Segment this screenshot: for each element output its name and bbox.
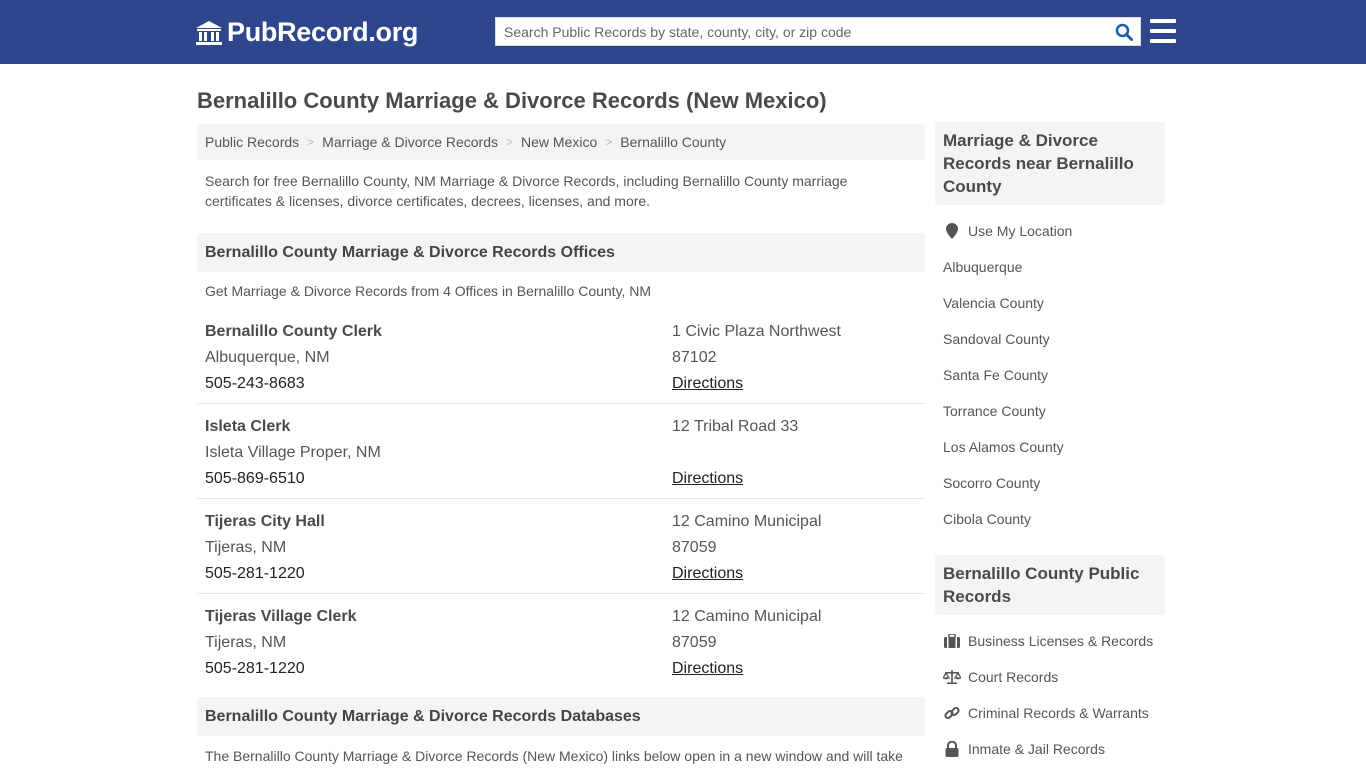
office-item: Tijeras City Hall Tijeras, NM 505-281-12… bbox=[197, 499, 925, 594]
office-name: Tijeras City Hall bbox=[205, 513, 325, 530]
nearby-item[interactable]: Albuquerque bbox=[935, 249, 1165, 285]
lock-icon bbox=[943, 741, 961, 757]
office-item: Bernalillo County Clerk Albuquerque, NM … bbox=[197, 309, 925, 404]
office-phone[interactable]: 505-869-6510 bbox=[205, 466, 672, 492]
public-records-item[interactable]: Inmate & Jail Records bbox=[935, 731, 1165, 767]
breadcrumb-marriage-divorce[interactable]: Marriage & Divorce Records bbox=[322, 134, 498, 150]
breadcrumb: Public Records > Marriage & Divorce Reco… bbox=[197, 124, 925, 160]
use-my-location-label: Use My Location bbox=[968, 223, 1073, 239]
intro-text: Search for free Bernalillo County, NM Ma… bbox=[205, 173, 848, 209]
nearby-item[interactable]: Torrance County bbox=[935, 393, 1165, 429]
databases-heading: Bernalillo County Marriage & Divorce Rec… bbox=[197, 697, 925, 736]
offices-subtitle: Get Marriage & Divorce Records from 4 Of… bbox=[205, 283, 652, 299]
nearby-item[interactable]: Sandoval County bbox=[935, 321, 1165, 357]
office-item: Tijeras Village Clerk Tijeras, NM 505-28… bbox=[197, 594, 925, 689]
office-phone[interactable]: 505-281-1220 bbox=[205, 656, 672, 682]
nearby-item-label: Torrance County bbox=[943, 403, 1046, 419]
office-zip bbox=[672, 440, 917, 466]
link-icon bbox=[943, 705, 961, 721]
navbar: PubRecord.org bbox=[0, 0, 1366, 64]
office-name: Tijeras Village Clerk bbox=[205, 608, 357, 625]
nearby-item-label: Socorro County bbox=[943, 475, 1041, 491]
office-city: Tijeras, NM bbox=[205, 634, 287, 651]
office-address: 1 Civic Plaza Northwest bbox=[672, 323, 841, 340]
office-item: Isleta Clerk Isleta Village Proper, NM 5… bbox=[197, 404, 925, 499]
hamburger-icon-bar bbox=[1150, 29, 1176, 33]
courthouse-icon bbox=[196, 20, 222, 45]
office-city: Albuquerque, NM bbox=[205, 349, 330, 366]
office-address: 12 Camino Municipal bbox=[672, 608, 822, 625]
office-address: 12 Tribal Road 33 bbox=[672, 418, 799, 435]
office-name: Isleta Clerk bbox=[205, 418, 291, 435]
breadcrumb-public-records[interactable]: Public Records bbox=[205, 134, 299, 150]
main-content: Public Records > Marriage & Divorce Reco… bbox=[197, 124, 925, 766]
directions-link[interactable]: Directions bbox=[672, 375, 743, 392]
public-records-list: Business Licenses & Records Court Record… bbox=[935, 615, 1165, 767]
office-phone[interactable]: 505-243-8683 bbox=[205, 371, 672, 397]
office-address: 12 Camino Municipal bbox=[672, 513, 822, 530]
site-logo[interactable]: PubRecord.org bbox=[195, 17, 418, 48]
directions-link[interactable]: Directions bbox=[672, 565, 743, 582]
public-records-item[interactable]: Court Records bbox=[935, 659, 1165, 695]
breadcrumb-separator: > bbox=[307, 135, 315, 149]
directions-link[interactable]: Directions bbox=[672, 470, 743, 487]
nearby-item-label: Albuquerque bbox=[943, 259, 1023, 275]
nearby-item-label: Sandoval County bbox=[943, 331, 1050, 347]
breadcrumb-separator: > bbox=[605, 135, 613, 149]
menu-button[interactable] bbox=[1150, 19, 1176, 43]
logo-text: PubRecord.org bbox=[227, 17, 419, 47]
public-records-item[interactable]: Business Licenses & Records bbox=[935, 623, 1165, 659]
office-phone[interactable]: 505-281-1220 bbox=[205, 561, 672, 587]
scale-icon bbox=[943, 670, 961, 684]
search-button[interactable] bbox=[1108, 18, 1140, 45]
nearby-item-label: Los Alamos County bbox=[943, 439, 1064, 455]
office-name: Bernalillo County Clerk bbox=[205, 323, 382, 340]
nearby-item[interactable]: Cibola County bbox=[935, 501, 1165, 537]
breadcrumb-separator: > bbox=[506, 135, 514, 149]
public-records-item-label: Criminal Records & Warrants bbox=[968, 705, 1149, 721]
hamburger-icon-bar bbox=[1150, 39, 1176, 43]
public-records-item-label: Inmate & Jail Records bbox=[968, 741, 1105, 757]
breadcrumb-bernalillo-county[interactable]: Bernalillo County bbox=[620, 134, 726, 150]
hamburger-icon-bar bbox=[1150, 19, 1176, 23]
office-city: Tijeras, NM bbox=[205, 539, 287, 556]
search-box bbox=[495, 17, 1141, 46]
nearby-item[interactable]: Socorro County bbox=[935, 465, 1165, 501]
nearby-item[interactable]: Los Alamos County bbox=[935, 429, 1165, 465]
use-my-location[interactable]: Use My Location bbox=[935, 213, 1165, 249]
nearby-heading: Marriage & Divorce Records near Bernalil… bbox=[935, 122, 1165, 205]
office-zip: 87102 bbox=[672, 349, 717, 366]
nearby-item-label: Valencia County bbox=[943, 295, 1044, 311]
page-title: Bernalillo County Marriage & Divorce Rec… bbox=[197, 88, 827, 113]
office-zip: 87059 bbox=[672, 634, 717, 651]
sidebar: Marriage & Divorce Records near Bernalil… bbox=[935, 122, 1165, 767]
office-zip: 87059 bbox=[672, 539, 717, 556]
nearby-item-label: Cibola County bbox=[943, 511, 1031, 527]
nearby-list: Use My Location Albuquerque Valencia Cou… bbox=[935, 205, 1165, 537]
breadcrumb-new-mexico[interactable]: New Mexico bbox=[521, 134, 597, 150]
office-city: Isleta Village Proper, NM bbox=[205, 444, 381, 461]
map-marker-icon bbox=[943, 223, 961, 239]
databases-text: The Bernalillo County Marriage & Divorce… bbox=[205, 748, 903, 764]
offices-heading: Bernalillo County Marriage & Divorce Rec… bbox=[197, 233, 925, 272]
search-icon bbox=[1115, 23, 1133, 41]
public-records-item-label: Business Licenses & Records bbox=[968, 633, 1154, 649]
nearby-item[interactable]: Valencia County bbox=[935, 285, 1165, 321]
nearby-item[interactable]: Santa Fe County bbox=[935, 357, 1165, 393]
public-records-heading: Bernalillo County Public Records bbox=[935, 555, 1165, 615]
directions-link[interactable]: Directions bbox=[672, 660, 743, 677]
public-records-item[interactable]: Criminal Records & Warrants bbox=[935, 695, 1165, 731]
search-input[interactable] bbox=[496, 18, 1108, 45]
briefcase-icon bbox=[943, 634, 961, 648]
public-records-item-label: Court Records bbox=[968, 669, 1059, 685]
nearby-item-label: Santa Fe County bbox=[943, 367, 1049, 383]
